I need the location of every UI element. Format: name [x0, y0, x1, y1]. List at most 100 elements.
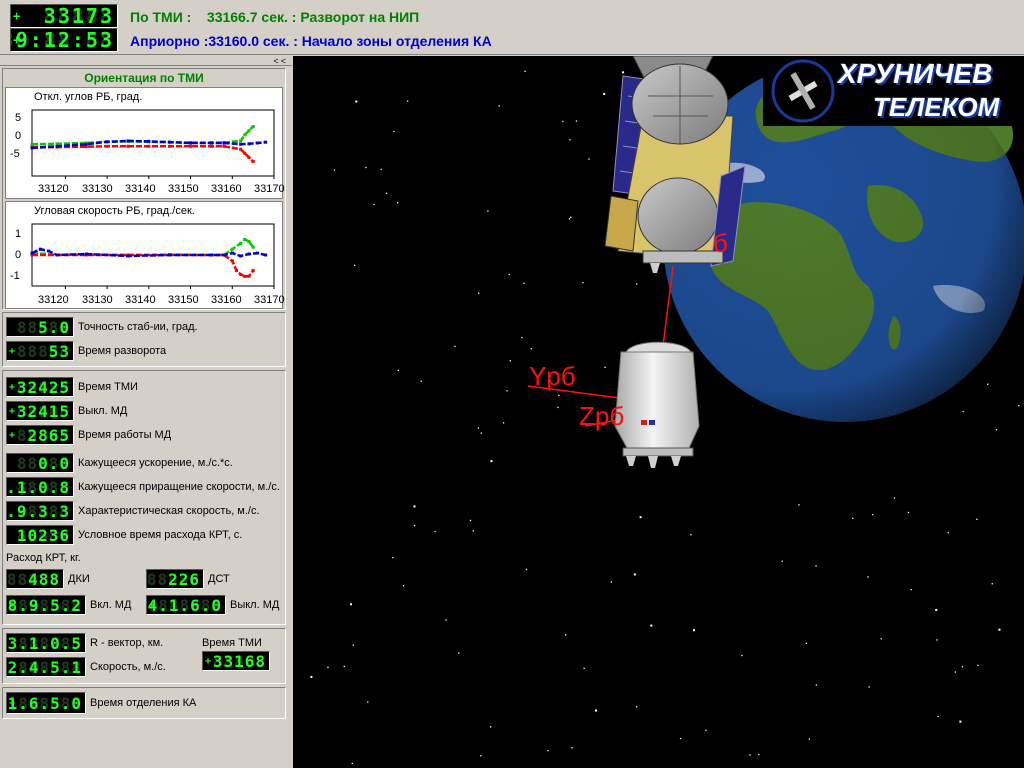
star [815, 684, 817, 686]
star [472, 530, 474, 532]
scene-svg [310, 56, 1024, 765]
data-point [168, 140, 172, 144]
star [413, 505, 416, 508]
y-tick-label: 0 [15, 249, 22, 261]
star [976, 518, 978, 520]
star [385, 192, 388, 194]
separation-label: Время отделения КА [90, 697, 197, 709]
star [487, 210, 489, 212]
axis-x-label: б [713, 228, 728, 258]
star [947, 532, 949, 534]
rates-chart-title: Угловая скорость РБ, град./сек. [34, 205, 195, 217]
param-label: Выкл. МД [78, 405, 128, 417]
series-line [32, 253, 255, 278]
rvector-group: 888888 4.2.3.1.0.5 R - вектор, км. 88888… [2, 628, 286, 684]
axis-z-label: Zрб [579, 401, 625, 431]
x-tick-label: 33150 [168, 294, 199, 306]
star [977, 664, 979, 666]
velocity-value: 2.2.4.5.1 [7, 657, 82, 677]
led-velocity: 888888 2.2.4.5.1 [6, 657, 86, 677]
star [650, 624, 653, 627]
data-point [251, 125, 255, 128]
led-tmi-time: + 88888 33168 [202, 651, 270, 671]
series-line [32, 145, 254, 163]
data-point [251, 160, 255, 164]
led-accuracy: 88888 5.0 [6, 317, 74, 337]
data-point [147, 139, 151, 143]
led-clock: + 88:88:88 9:12:53 [10, 28, 118, 52]
param-label: Время ТМИ [78, 381, 138, 393]
star [498, 105, 500, 107]
led-param: 88888 10236 [6, 525, 74, 545]
data-point [30, 251, 34, 255]
apriori-status-label: Априорно : [130, 33, 209, 49]
star [565, 634, 567, 636]
star [815, 565, 817, 567]
collapse-arrows-icon[interactable]: << [273, 56, 288, 66]
star [509, 360, 511, 362]
star [354, 264, 356, 266]
star [380, 168, 382, 171]
status-header: + 88888 33173 + 88:88:88 9:12:53 По ТМИ … [0, 0, 1024, 55]
accuracy-value: 5.0 [38, 317, 70, 337]
star [910, 589, 912, 591]
dst-label: ДСТ [208, 573, 230, 585]
star [350, 603, 352, 606]
tmi-status-label: По ТМИ : [130, 9, 192, 25]
separation-value: 3.3.1.6.5.0 [7, 693, 82, 713]
star [679, 737, 682, 740]
led-fuel-on: + 888888 3.1.8.9.5.2 [6, 595, 86, 615]
param-label: Характеристическая скорость, м./с. [78, 505, 260, 517]
space-view[interactable]: ХРУНИЧЕВ ТЕЛЕКОМ Yрб Zрб б [293, 56, 1024, 768]
star [954, 671, 956, 673]
data-point [55, 253, 59, 257]
star [852, 517, 854, 519]
star [478, 292, 480, 294]
data-point [243, 133, 247, 137]
data-point [243, 274, 247, 278]
md-work-time-value: 2865 [27, 425, 70, 445]
panel-splitter[interactable]: << [0, 56, 292, 66]
star [936, 639, 938, 641]
data-point [239, 147, 243, 151]
led-turn-time: + 88888 53 [6, 341, 74, 361]
data-point [189, 141, 193, 145]
data-point [147, 144, 151, 148]
data-point [209, 144, 213, 148]
star [454, 345, 456, 348]
star [781, 560, 783, 562]
star [477, 427, 479, 429]
upper-stage-model [614, 341, 700, 468]
star [998, 628, 1001, 631]
star [935, 609, 938, 611]
star [397, 369, 399, 372]
star [524, 70, 526, 72]
x-tick-label: 33170 [254, 294, 285, 306]
data-point [222, 253, 226, 257]
data-point [247, 239, 251, 243]
star [639, 516, 642, 519]
star [413, 524, 416, 527]
data-point [189, 144, 193, 148]
led-fuel-off: + 888888 3.2.4.1.6.0 [146, 595, 226, 615]
star [622, 71, 625, 74]
turn-time-value: 53 [48, 341, 70, 361]
star [693, 629, 695, 632]
fuel-on-md-label: Вкл. МД [90, 599, 132, 611]
sign-indicator: + [205, 655, 212, 667]
data-point [230, 247, 234, 251]
star [805, 642, 808, 644]
star [808, 738, 810, 740]
y-tick-label: 5 [15, 112, 22, 124]
star [469, 519, 472, 522]
data-point [234, 269, 238, 272]
led-param: + 88888 2865 [6, 425, 74, 445]
turn-time-label: Время разворота [78, 345, 167, 357]
star [987, 383, 989, 385]
fuel-on-md-value: 3.1.8.9.5.2 [7, 595, 82, 615]
star [355, 100, 358, 103]
data-point [84, 142, 88, 146]
data-point [247, 252, 251, 256]
led-param: + 88888 32415 [6, 401, 74, 421]
char-velocity-value: 4.0.9.3.3 [6, 501, 70, 521]
